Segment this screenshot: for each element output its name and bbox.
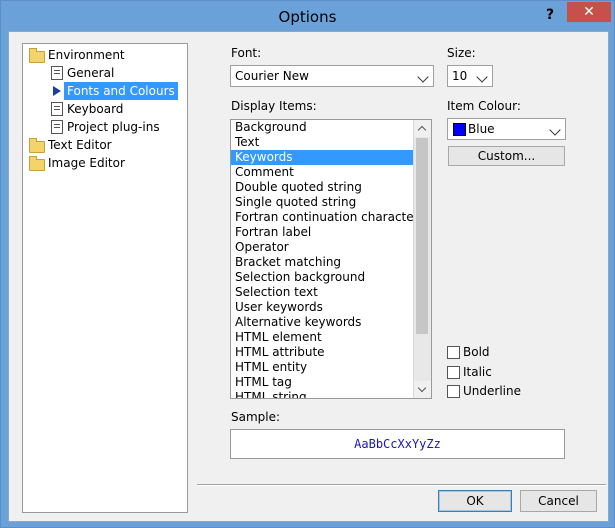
list-item[interactable]: HTML element <box>231 330 431 345</box>
window-title: Options <box>278 8 337 26</box>
ok-button[interactable]: OK <box>438 490 512 512</box>
list-item[interactable]: Bracket matching <box>231 255 431 270</box>
folder-icon <box>29 138 45 153</box>
list-item[interactable]: Background <box>231 120 431 135</box>
size-value: 10 <box>452 69 468 83</box>
chevron-down-icon <box>549 124 561 136</box>
chevron-down-icon <box>417 71 429 83</box>
list-item[interactable]: HTML string <box>231 390 431 398</box>
page-icon <box>51 102 63 116</box>
size-label: Size: <box>447 46 476 60</box>
scroll-down-button[interactable] <box>414 381 431 398</box>
page-icon <box>51 120 63 134</box>
display-items-list[interactable]: Background Text Keywords Comment Double quot… <box>230 119 432 399</box>
help-button[interactable]: ? <box>539 4 561 26</box>
list-item[interactable]: HTML entity <box>231 360 431 375</box>
display-items-label: Display Items: <box>231 99 317 113</box>
list-item[interactable]: Selection text <box>231 285 431 300</box>
tree-item-label: Text Editor <box>48 138 112 152</box>
folder-icon <box>29 156 45 171</box>
underline-checkbox[interactable] <box>447 385 460 398</box>
bold-checkbox[interactable] <box>447 346 460 359</box>
list-items: Background Text Keywords Comment Double quot… <box>231 120 431 398</box>
list-item[interactable]: Single quoted string <box>231 195 431 210</box>
tree-item-label: Environment <box>48 48 125 62</box>
sample-label: Sample: <box>231 410 281 424</box>
colour-swatch <box>453 123 466 136</box>
chevron-down-icon <box>417 383 427 393</box>
close-button[interactable]: ✕ <box>567 2 611 22</box>
sample-preview: AaBbCcXxYyZz <box>230 429 565 459</box>
list-item[interactable]: Comment <box>231 165 431 180</box>
separator <box>197 484 606 486</box>
chevron-up-icon <box>417 125 427 135</box>
list-scrollbar[interactable] <box>413 120 431 398</box>
list-item[interactable]: HTML attribute <box>231 345 431 360</box>
bold-label: Bold <box>463 345 490 359</box>
italic-label: Italic <box>463 365 492 379</box>
list-item[interactable]: Fortran label <box>231 225 431 240</box>
scroll-up-button[interactable] <box>414 120 431 137</box>
custom-colour-button[interactable]: Custom... <box>448 146 565 166</box>
tree-item-label: Keyboard <box>67 102 124 116</box>
tree-item-label: Project plug-ins <box>67 120 160 134</box>
font-label: Font: <box>231 46 262 60</box>
font-select[interactable]: Courier New <box>230 65 434 87</box>
dialog-body: Environment General Fonts and Colours Ke… <box>8 31 609 522</box>
list-item[interactable]: Selection background <box>231 270 431 285</box>
category-tree[interactable]: Environment General Fonts and Colours Ke… <box>22 43 188 513</box>
page-icon <box>51 66 63 80</box>
item-colour-value: Blue <box>468 122 495 136</box>
underline-label: Underline <box>463 384 521 398</box>
title-bar: Options ? ✕ <box>1 1 614 31</box>
tree-item-label: Image Editor <box>48 156 125 170</box>
list-item[interactable]: HTML tag <box>231 375 431 390</box>
arrow-icon <box>53 86 61 96</box>
list-item[interactable]: Alternative keywords <box>231 315 431 330</box>
list-item[interactable]: Text <box>231 135 431 150</box>
item-colour-select[interactable]: Blue <box>447 118 566 140</box>
list-item[interactable]: Double quoted string <box>231 180 431 195</box>
font-value: Courier New <box>235 69 309 83</box>
list-item[interactable]: Keywords <box>231 150 431 165</box>
list-item[interactable]: Fortran continuation character <box>231 210 431 225</box>
italic-checkbox[interactable] <box>447 366 460 379</box>
chevron-down-icon <box>476 71 488 83</box>
list-item[interactable]: Operator <box>231 240 431 255</box>
list-item[interactable]: User keywords <box>231 300 431 315</box>
options-dialog: Options ? ✕ Environment General Fonts an… <box>0 0 615 528</box>
item-colour-label: Item Colour: <box>447 99 521 113</box>
folder-icon <box>29 48 45 63</box>
tree-item-label: General <box>67 66 115 80</box>
scroll-thumb[interactable] <box>416 138 428 334</box>
tree-item-label: Fonts and Colours <box>64 82 178 100</box>
size-select[interactable]: 10 <box>447 65 493 87</box>
cancel-button[interactable]: Cancel <box>520 490 597 512</box>
